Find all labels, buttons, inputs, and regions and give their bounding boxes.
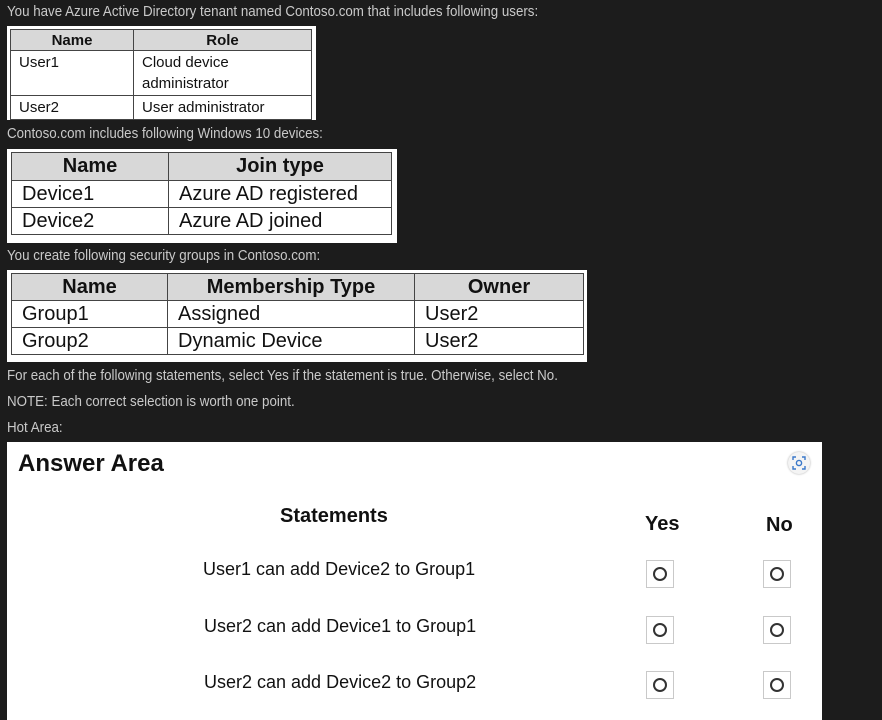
radio-circle-icon (770, 623, 784, 637)
table-row: User2 User administrator (10, 95, 312, 120)
devices-intro-text: Contoso.com includes following Windows 1… (7, 126, 323, 142)
groups-header-name: Name (11, 273, 168, 301)
radio-circle-icon (770, 678, 784, 692)
devices-header-join-type: Join type (168, 152, 392, 181)
table-row: Device1 Azure AD registered (11, 180, 392, 208)
radio-circle-icon (653, 567, 667, 581)
groups-header-owner: Owner (414, 273, 584, 301)
table-row: User1 Cloud device administrator (10, 50, 312, 96)
instruction-text: For each of the following statements, se… (7, 368, 558, 384)
group-owner-cell: User2 (414, 327, 584, 355)
device-join-cell: Azure AD registered (168, 180, 392, 208)
group-owner-cell: User2 (414, 300, 584, 328)
user-role-cell: Cloud device administrator (133, 50, 312, 96)
users-table: Name Role User1 Cloud device administrat… (7, 26, 316, 120)
users-intro-text: You have Azure Active Directory tenant n… (7, 4, 539, 20)
statement-2-yes-radio[interactable] (646, 616, 674, 644)
hot-area-label: Hot Area: (7, 420, 63, 436)
group-name-cell: Group1 (11, 300, 168, 328)
no-header: No (766, 514, 793, 536)
statement-3-no-radio[interactable] (763, 671, 791, 699)
note-text: NOTE: Each correct selection is worth on… (7, 394, 295, 410)
group-name-cell: Group2 (11, 327, 168, 355)
statement-2: User2 can add Device1 to Group1 (204, 616, 477, 636)
groups-table: Name Membership Type Owner Group1 Assign… (7, 270, 587, 362)
table-row: Device2 Azure AD joined (11, 207, 392, 235)
statement-3: User2 can add Device2 to Group2 (204, 672, 477, 692)
device-name-cell: Device2 (11, 207, 169, 235)
statement-3-yes-radio[interactable] (646, 671, 674, 699)
groups-intro-text: You create following security groups in … (7, 248, 321, 264)
answer-area: Answer Area Statements Yes No User1 can … (7, 442, 822, 720)
yes-header: Yes (645, 513, 680, 535)
groups-header-membership: Membership Type (167, 273, 415, 301)
statement-1: User1 can add Device2 to Group1 (203, 559, 476, 579)
table-row: Group1 Assigned User2 (11, 300, 584, 328)
device-join-cell: Azure AD joined (168, 207, 392, 235)
devices-table: Name Join type Device1 Azure AD register… (7, 149, 397, 243)
devices-header-name: Name (11, 152, 169, 181)
statement-1-no-radio[interactable] (763, 560, 791, 588)
statements-header: Statements (280, 505, 388, 527)
user-name-cell: User2 (10, 95, 134, 120)
users-header-role: Role (133, 29, 312, 51)
user-name-cell: User1 (10, 50, 134, 96)
group-membership-cell: Dynamic Device (167, 327, 415, 355)
statement-1-yes-radio[interactable] (646, 560, 674, 588)
radio-circle-icon (770, 567, 784, 581)
radio-circle-icon (653, 678, 667, 692)
users-header-name: Name (10, 29, 134, 51)
answer-area-title: Answer Area (18, 450, 164, 477)
device-name-cell: Device1 (11, 180, 169, 208)
user-role-cell: User administrator (133, 95, 312, 120)
radio-circle-icon (653, 623, 667, 637)
statement-2-no-radio[interactable] (763, 616, 791, 644)
table-row: Group2 Dynamic Device User2 (11, 327, 584, 355)
scan-zoom-icon[interactable] (788, 452, 810, 474)
group-membership-cell: Assigned (167, 300, 415, 328)
